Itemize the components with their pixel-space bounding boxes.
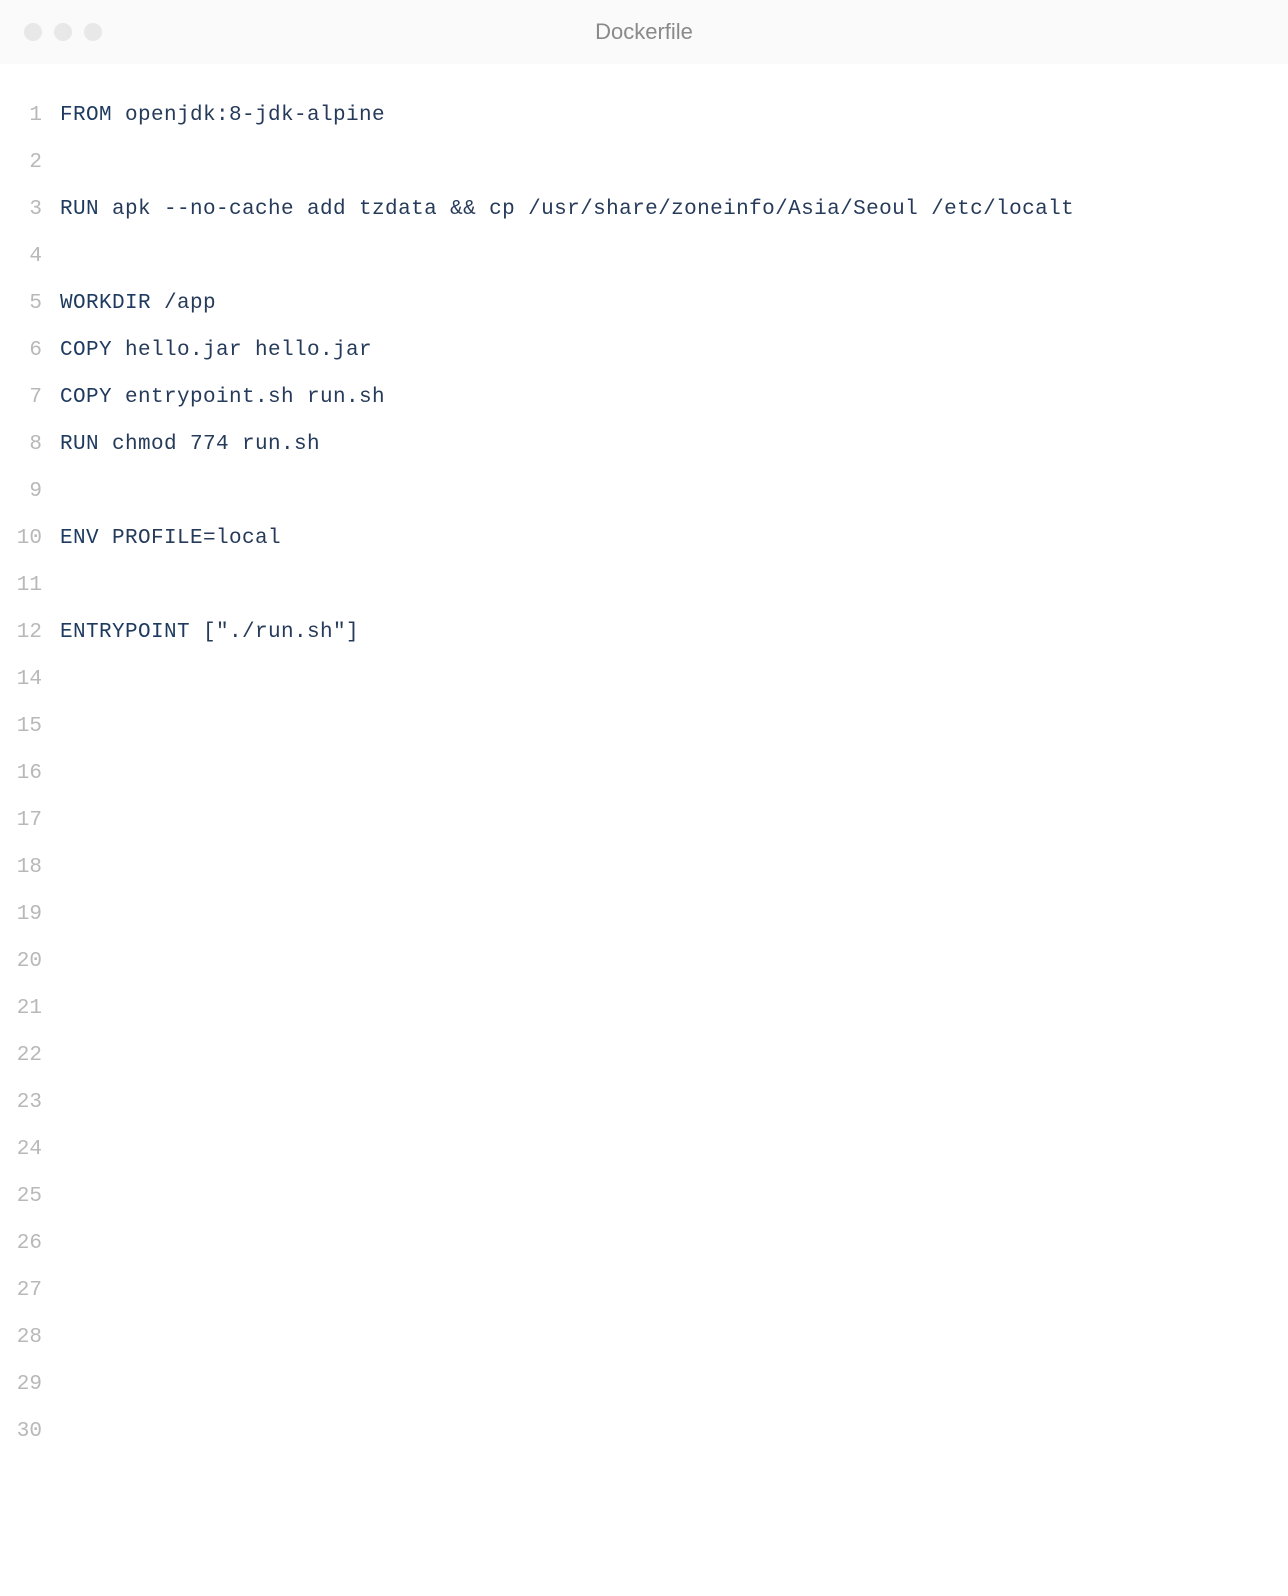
- line-number: 30: [0, 1408, 60, 1455]
- line-number: 19: [0, 891, 60, 938]
- line-number: 20: [0, 938, 60, 985]
- line-number: 24: [0, 1126, 60, 1173]
- code-content[interactable]: ENV PROFILE=local: [60, 515, 281, 562]
- editor-window: Dockerfile 1FROM openjdk:8-jdk-alpine23R…: [0, 0, 1288, 1596]
- maximize-icon[interactable]: [84, 23, 102, 41]
- line-number: 7: [0, 374, 60, 421]
- code-content[interactable]: ENTRYPOINT ["./run.sh"]: [60, 609, 359, 656]
- line-number: 15: [0, 703, 60, 750]
- line-number: 3: [0, 186, 60, 233]
- line-number: 14: [0, 656, 60, 703]
- minimize-icon[interactable]: [54, 23, 72, 41]
- line-number: 21: [0, 985, 60, 1032]
- code-line[interactable]: 21: [0, 985, 1288, 1032]
- code-line[interactable]: 24: [0, 1126, 1288, 1173]
- code-line[interactable]: 25: [0, 1173, 1288, 1220]
- code-content[interactable]: WORKDIR /app: [60, 280, 216, 327]
- line-number: 4: [0, 233, 60, 280]
- code-line[interactable]: 5WORKDIR /app: [0, 280, 1288, 327]
- line-number: 12: [0, 609, 60, 656]
- code-line[interactable]: 20: [0, 938, 1288, 985]
- code-line[interactable]: 23: [0, 1079, 1288, 1126]
- code-content[interactable]: COPY hello.jar hello.jar: [60, 327, 372, 374]
- line-number: 27: [0, 1267, 60, 1314]
- code-line[interactable]: 26: [0, 1220, 1288, 1267]
- window-controls: [24, 23, 102, 41]
- code-content[interactable]: RUN apk --no-cache add tzdata && cp /usr…: [60, 186, 1074, 233]
- code-line[interactable]: 30: [0, 1408, 1288, 1455]
- code-line[interactable]: 3RUN apk --no-cache add tzdata && cp /us…: [0, 186, 1288, 233]
- code-line[interactable]: 9: [0, 468, 1288, 515]
- code-content[interactable]: RUN chmod 774 run.sh: [60, 421, 320, 468]
- code-line[interactable]: 16: [0, 750, 1288, 797]
- line-number: 5: [0, 280, 60, 327]
- line-number: 8: [0, 421, 60, 468]
- line-number: 16: [0, 750, 60, 797]
- line-number: 26: [0, 1220, 60, 1267]
- line-number: 1: [0, 92, 60, 139]
- line-number: 22: [0, 1032, 60, 1079]
- line-number: 29: [0, 1361, 60, 1408]
- line-number: 17: [0, 797, 60, 844]
- line-number: 18: [0, 844, 60, 891]
- line-number: 2: [0, 139, 60, 186]
- line-number: 23: [0, 1079, 60, 1126]
- line-number: 11: [0, 562, 60, 609]
- titlebar[interactable]: Dockerfile: [0, 0, 1288, 64]
- code-line[interactable]: 7COPY entrypoint.sh run.sh: [0, 374, 1288, 421]
- close-icon[interactable]: [24, 23, 42, 41]
- line-number: 28: [0, 1314, 60, 1361]
- code-line[interactable]: 18: [0, 844, 1288, 891]
- line-number: 6: [0, 327, 60, 374]
- window-title: Dockerfile: [595, 19, 693, 45]
- code-line[interactable]: 14: [0, 656, 1288, 703]
- code-line[interactable]: 15: [0, 703, 1288, 750]
- code-line[interactable]: 8RUN chmod 774 run.sh: [0, 421, 1288, 468]
- code-line[interactable]: 10ENV PROFILE=local: [0, 515, 1288, 562]
- code-editor[interactable]: 1FROM openjdk:8-jdk-alpine23RUN apk --no…: [0, 64, 1288, 1596]
- code-line[interactable]: 1FROM openjdk:8-jdk-alpine: [0, 92, 1288, 139]
- code-line[interactable]: 27: [0, 1267, 1288, 1314]
- line-number: 9: [0, 468, 60, 515]
- code-content[interactable]: COPY entrypoint.sh run.sh: [60, 374, 385, 421]
- line-number: 25: [0, 1173, 60, 1220]
- code-line[interactable]: 12ENTRYPOINT ["./run.sh"]: [0, 609, 1288, 656]
- code-content[interactable]: FROM openjdk:8-jdk-alpine: [60, 92, 385, 139]
- line-number: 10: [0, 515, 60, 562]
- code-line[interactable]: 6COPY hello.jar hello.jar: [0, 327, 1288, 374]
- code-line[interactable]: 2: [0, 139, 1288, 186]
- code-line[interactable]: 22: [0, 1032, 1288, 1079]
- code-line[interactable]: 19: [0, 891, 1288, 938]
- code-line[interactable]: 17: [0, 797, 1288, 844]
- code-line[interactable]: 28: [0, 1314, 1288, 1361]
- code-line[interactable]: 4: [0, 233, 1288, 280]
- code-line[interactable]: 29: [0, 1361, 1288, 1408]
- code-line[interactable]: 11: [0, 562, 1288, 609]
